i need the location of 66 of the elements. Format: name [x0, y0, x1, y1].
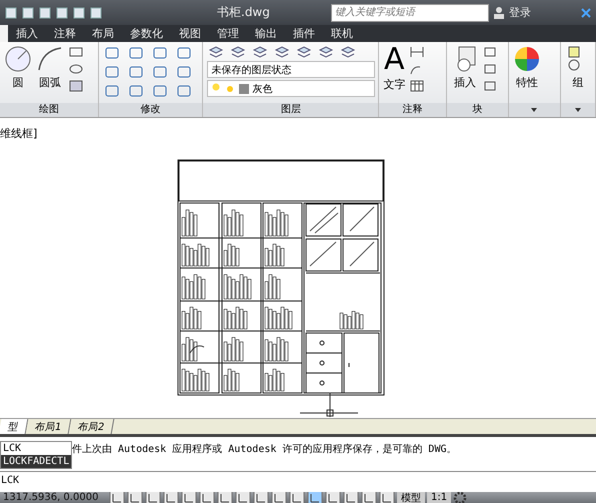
tool-label: 文字 — [383, 77, 406, 92]
toolbar-icon[interactable] — [72, 6, 86, 20]
layer-icon[interactable] — [317, 45, 336, 59]
window-title: 书柜.dwg — [217, 4, 271, 21]
layout-tab[interactable]: 型 — [0, 419, 28, 434]
layer-state-dropdown[interactable]: 未保存的图层状态 — [207, 61, 376, 78]
tool-label: 特性 — [516, 75, 538, 90]
tool-label: 插入 — [454, 75, 476, 90]
swatch-icon — [239, 84, 250, 94]
toolbar-icon[interactable] — [21, 6, 35, 20]
panel-title[interactable]: 图层 — [203, 103, 378, 117]
toolbar-icon[interactable] — [38, 6, 52, 20]
rectangle-icon[interactable] — [68, 45, 84, 59]
close-icon[interactable] — [580, 6, 592, 18]
viewport-label[interactable]: 维线框] — [0, 126, 38, 141]
layout-tab[interactable]: 布局2 — [69, 419, 116, 434]
hatch-icon[interactable] — [68, 79, 84, 93]
ribbon-tab[interactable]: 插件 — [285, 25, 323, 42]
ribbon-tab[interactable]: 注释 — [46, 25, 84, 42]
suggestion-item[interactable]: LOCKFADECTL — [1, 455, 71, 468]
ribbon-tab[interactable]: 输出 — [247, 25, 285, 42]
layer-name: 灰色 — [252, 82, 272, 96]
layer-icon[interactable] — [207, 45, 226, 59]
caret-icon — [531, 108, 538, 112]
dimension-icon[interactable] — [409, 45, 426, 59]
suggestion-item[interactable]: LCK — [1, 442, 71, 455]
panel-title[interactable]: 块 — [447, 103, 508, 117]
crosshair-cursor — [300, 392, 358, 418]
panel-footer[interactable] — [560, 103, 595, 117]
ribbon-tab[interactable]: 视图 — [171, 25, 209, 42]
login-link[interactable]: 登录 — [509, 5, 531, 20]
annotation-scale[interactable]: 1:1 — [427, 492, 452, 503]
circle-icon[interactable] — [4, 45, 32, 73]
layout-tab[interactable]: 布局1 — [26, 419, 72, 434]
model-button[interactable]: 模型 — [397, 492, 425, 503]
layer-dropdown[interactable]: 灰色 — [207, 80, 376, 97]
layer-icon[interactable] — [273, 45, 292, 59]
ribbon-tab[interactable]: 管理 — [209, 25, 247, 42]
panel-title[interactable]: 注释 — [379, 103, 446, 117]
table-icon[interactable] — [409, 79, 426, 93]
layer-icon[interactable] — [339, 45, 358, 59]
settings-icon[interactable] — [453, 492, 468, 503]
coordinates: 1317.5936, 0.0000 — [3, 492, 100, 503]
toolbar-icon[interactable] — [55, 6, 69, 20]
user-icon — [493, 6, 505, 20]
toolbar-icon[interactable] — [89, 6, 103, 20]
tool-label: 圆 — [12, 75, 24, 90]
search-field[interactable]: 键入关键字或短语 — [331, 4, 489, 22]
caret-icon — [574, 108, 581, 112]
layer-icon[interactable] — [229, 45, 248, 59]
ribbon-tab[interactable]: 布局 — [84, 25, 122, 42]
ellipse-icon[interactable] — [68, 62, 84, 76]
color-wheel-icon[interactable] — [512, 45, 541, 73]
panel-title[interactable]: 绘图 — [0, 103, 98, 117]
text-icon[interactable]: A — [384, 45, 405, 75]
tool-label: 组 — [572, 75, 584, 90]
ribbon-tab[interactable]: 参数化 — [122, 25, 171, 42]
panel-title[interactable]: 修改 — [99, 103, 202, 117]
toolbar-icon[interactable] — [4, 6, 18, 20]
ribbon-tab[interactable]: 插入 — [8, 25, 46, 42]
command-history: 件上次由 Autodesk 应用程序或 Autodesk 许可的应用程序保存，是可靠的 DWG。 — [72, 442, 456, 456]
layer-icon[interactable] — [295, 45, 314, 59]
arc-icon[interactable] — [36, 45, 64, 73]
layer-icon[interactable] — [251, 45, 270, 59]
tool-label: 圆弧 — [39, 75, 61, 90]
ribbon-tab[interactable]: 联机 — [323, 25, 361, 42]
